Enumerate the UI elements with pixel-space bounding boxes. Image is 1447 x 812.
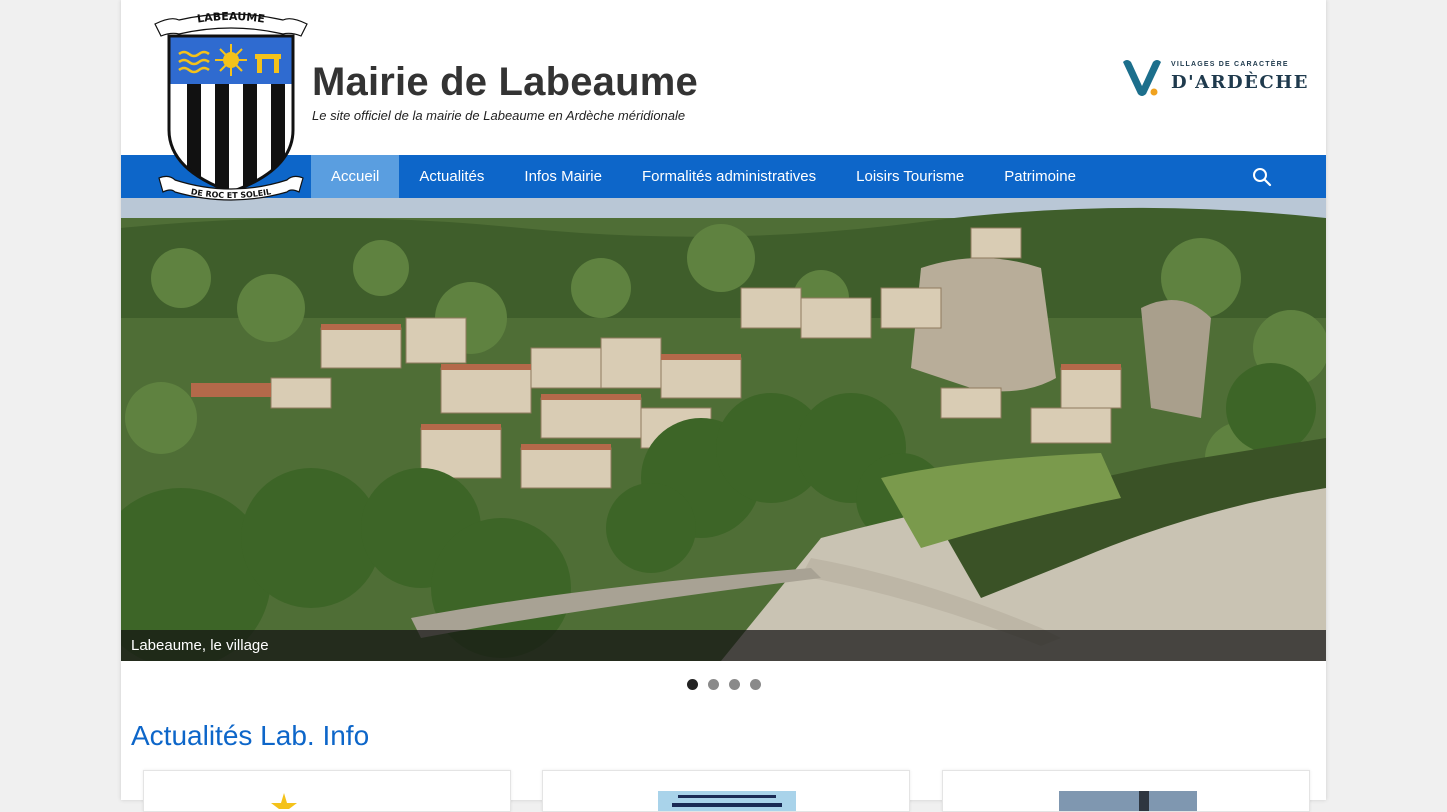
coat-of-arms-logo[interactable]: LABEAUME DE ROC ET SOLEIL — [151, 10, 311, 208]
logo-small-text: VILLAGES DE CARACTÈRE — [1171, 61, 1289, 68]
slide-caption: Labeaume, le village — [131, 637, 269, 654]
photo-thumbnail — [1059, 791, 1197, 811]
villages-de-caractere-logo[interactable]: VILLAGES DE CARACTÈRE D'ARDÈCHE — [1121, 56, 1307, 98]
site-tagline: Le site officiel de la mairie de Labeaum… — [312, 108, 686, 123]
slider-dot-3[interactable] — [728, 679, 740, 690]
hero-slider[interactable]: Labeaume, le village — [121, 198, 1326, 661]
nav-item-loisirs-tourisme[interactable]: Loisirs Tourisme — [836, 155, 984, 198]
v-logo-icon — [1123, 60, 1161, 96]
slider-dot-4[interactable] — [749, 679, 761, 690]
page-container: LABEAUME DE ROC ET SOLEIL Mairie de Labe… — [121, 0, 1326, 812]
nav-item-patrimoine[interactable]: Patrimoine — [984, 155, 1096, 198]
slide-caption-bar: Labeaume, le village — [121, 630, 1326, 661]
nav-menu: Accueil Actualités Infos Mairie Formalités … — [311, 155, 1096, 198]
nav-item-infos-mairie[interactable]: Infos Mairie — [504, 155, 622, 198]
sun-thumbnail — [271, 793, 297, 809]
exposition-poster-thumbnail — [658, 791, 796, 811]
site-header: LABEAUME DE ROC ET SOLEIL Mairie de Labe… — [121, 0, 1326, 201]
nav-item-formalit-s-administratives[interactable]: Formalités administratives — [622, 155, 836, 198]
news-card[interactable] — [942, 770, 1310, 812]
logo-big-text: D'ARDÈCHE — [1171, 72, 1309, 93]
village-photo — [121, 198, 1326, 661]
slider-dot-2[interactable] — [707, 679, 719, 690]
news-card[interactable] — [143, 770, 511, 812]
nav-item-actualit-s[interactable]: Actualités — [399, 155, 504, 198]
slider-dot-1[interactable] — [686, 679, 698, 690]
site-title[interactable]: Mairie de Labeaume — [312, 60, 698, 105]
news-section-title[interactable]: Actualités Lab. Info — [131, 720, 369, 752]
slider-pagination — [121, 677, 1326, 690]
nav-item-accueil[interactable]: Accueil — [311, 155, 400, 198]
search-icon[interactable] — [1251, 166, 1273, 188]
news-card[interactable] — [542, 770, 910, 812]
